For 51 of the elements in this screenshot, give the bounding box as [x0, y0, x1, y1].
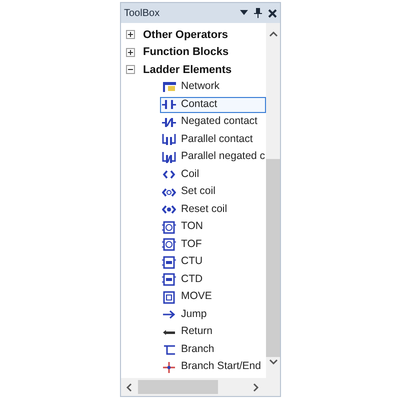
negated-contact-icon [162, 116, 176, 129]
expand-icon[interactable] [126, 48, 135, 57]
set-coil-icon [162, 186, 176, 199]
tree-item[interactable]: Negated contact [160, 114, 266, 130]
category-label[interactable]: Ladder Elements [143, 62, 232, 78]
tree-item[interactable]: Branch Start/End [160, 359, 266, 376]
expand-icon[interactable] [126, 30, 135, 40]
collapse-icon[interactable] [126, 65, 135, 74]
close-icon[interactable] [268, 8, 277, 18]
tree-item[interactable]: Parallel negated c [160, 149, 266, 166]
tree-item[interactable]: Network [160, 79, 266, 96]
reset-coil-icon [162, 203, 176, 216]
dropdown-icon[interactable] [240, 10, 248, 16]
arrow-icon [162, 308, 176, 322]
vertical-scrollbar[interactable] [266, 23, 280, 378]
scroll-up-icon[interactable] [268, 31, 278, 37]
scroll-left-icon[interactable] [126, 382, 132, 392]
tree-item[interactable]: Jump [160, 306, 266, 323]
counter-block-icon [162, 256, 176, 269]
timer-block-icon [162, 238, 176, 252]
branch-icon [162, 343, 176, 356]
tree-item[interactable]: Branch [160, 342, 266, 358]
tree-item[interactable]: TOF [160, 236, 266, 253]
contact-icon [162, 98, 176, 112]
window-title: ToolBox [124, 6, 161, 20]
pin-icon[interactable] [254, 8, 262, 18]
parallel-contact-icon [162, 133, 176, 146]
branch-start-end-icon [162, 360, 176, 374]
tree-item[interactable]: Contact [160, 96, 266, 113]
tree-item[interactable]: MOVE [160, 289, 266, 306]
tree-item[interactable]: Reset coil [160, 202, 266, 218]
scroll-right-icon[interactable] [253, 382, 259, 392]
horizontal-scrollbar[interactable] [121, 378, 264, 396]
tree-item[interactable]: CTU [160, 254, 266, 270]
move-block-icon [162, 290, 176, 304]
parallel-negated-contact-icon [162, 150, 176, 164]
category-label[interactable]: Function Blocks [143, 44, 229, 60]
tree-item[interactable]: CTD [160, 272, 266, 288]
tree-item[interactable]: Parallel contact [160, 132, 266, 148]
tree-item[interactable]: TON [160, 219, 266, 236]
tree-item[interactable]: Return [160, 324, 266, 340]
counter-block-icon [162, 273, 176, 286]
category-label[interactable]: Other Operators [143, 26, 228, 43]
coil-icon [162, 168, 176, 182]
scrollbar-thumb[interactable] [266, 159, 280, 357]
tree-item[interactable]: Set coil [160, 184, 266, 200]
network-icon [162, 80, 176, 94]
scrollbar-thumb[interactable] [138, 380, 218, 394]
scroll-down-icon[interactable] [268, 359, 278, 365]
tree-item[interactable]: Coil [160, 166, 266, 183]
timer-block-icon [162, 220, 176, 234]
